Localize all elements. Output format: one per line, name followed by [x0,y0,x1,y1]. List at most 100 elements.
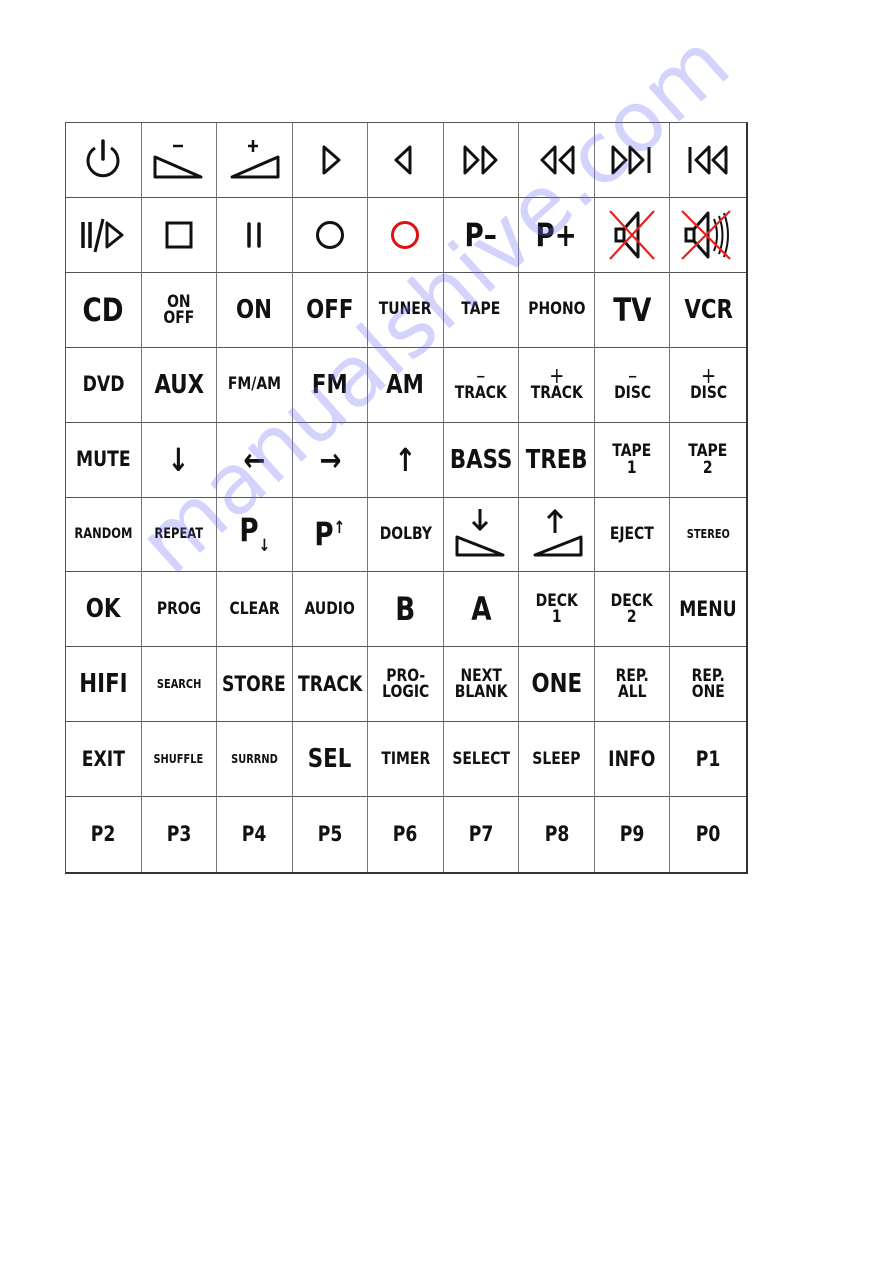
key-ok: OK [66,572,142,648]
key-dvd: DVD [66,347,142,423]
key-tape-2: TAPE 2 [670,423,746,498]
key-aux: AUX [141,347,218,423]
key-audio: AUDIO [292,572,369,648]
fast-forward-icon [459,143,503,177]
key-hifi: HIFI [66,647,142,723]
key-search: SEARCH [141,647,218,723]
key-p8: P8 [519,797,595,872]
key-repeat-all: REP. ALL [594,647,671,723]
key-sel: SEL [292,722,369,798]
key-surround: SURRND [217,722,293,798]
key-tape: TAPE [443,272,520,348]
key-stop [141,197,218,273]
key-volume-down [141,123,218,198]
key-play [292,123,369,198]
volume-down-icon [151,137,207,183]
key-treble: TREB [519,422,595,498]
key-one: ONE [519,647,595,723]
key-on-off: ON OFF [141,272,218,348]
key-tuner: TUNER [368,272,444,348]
key-track: TRACK [292,647,369,723]
key-p7: P7 [444,797,520,872]
key-p1: P1 [670,722,746,798]
arrow-down-icon: ↓ [167,440,190,479]
key-circle [292,197,369,273]
key-repeat: REPEAT [141,497,218,573]
mute-icon [606,207,658,263]
key-eject: EJECT [594,497,671,573]
key-a: A [443,572,520,648]
key-next-blank: NEXT BLANK [443,647,520,723]
key-skip-next [594,123,671,198]
key-exit: EXIT [66,722,142,798]
key-skip-previous [670,123,746,198]
record-icon [388,218,422,252]
key-arrow-left: ← [217,422,293,498]
skip-previous-icon [684,143,732,177]
key-rewind [519,123,595,198]
arrow-up-icon: ↑ [333,518,346,539]
key-p3: P3 [142,797,218,872]
key-clear: CLEAR [217,572,293,648]
key-level-up [519,497,595,573]
arrow-down-icon: ↓ [258,535,270,556]
key-program-up: P+ [519,197,595,273]
key-cd: CD [66,272,142,348]
key-fm: FM [292,347,369,423]
key-store: STORE [217,647,293,723]
key-phono: PHONO [519,272,595,348]
key-pro-logic: PRO- LOGIC [368,647,444,723]
key-b: B [368,572,444,648]
key-menu: MENU [670,572,746,648]
key-tv: TV [594,272,671,348]
arrow-left-icon: ← [243,440,266,479]
key-program-down: P– [443,197,520,273]
power-icon [81,138,125,182]
key-info: INFO [594,722,671,798]
key-random: RANDOM [66,497,142,573]
key-tape-1: TAPE 1 [594,422,671,498]
key-off: OFF [292,272,369,348]
volume-up-icon [226,137,282,183]
key-power [66,123,142,198]
key-volume-up [217,123,293,198]
arrow-up-icon: ↑ [394,440,417,479]
key-arrow-up: ↑ [368,422,444,498]
key-shuffle: SHUFFLE [141,722,218,798]
key-dolby: DOLBY [368,497,444,573]
key-track-down: – TRACK [443,347,520,423]
key-p9: P9 [595,797,671,872]
key-prog: PROG [141,572,218,648]
stop-icon [162,218,196,252]
key-pause [217,197,293,273]
key-deck-1: DECK 1 [519,572,595,648]
pause-icon [239,218,269,252]
key-level-down [443,497,520,573]
key-p2: P2 [66,797,142,872]
key-stereo: STEREO [670,498,746,573]
key-sleep: SLEEP [519,722,595,798]
level-down-icon [453,507,509,561]
key-reverse-play [368,123,444,198]
key-mute-sound [670,198,746,273]
key-p6: P6 [368,797,444,872]
key-symbol-grid: P– P+ CD ON OFF ON OFF TUNER TAPE PHONO T… [65,122,748,874]
key-arrow-down: ↓ [141,422,218,498]
key-deck-2: DECK 2 [594,572,671,648]
rewind-icon [535,143,579,177]
key-mute-text: MUTE [66,422,142,498]
play-icon [315,143,345,177]
key-bass: BASS [443,422,520,498]
key-select: SELECT [443,722,520,798]
pause-play-icon [78,215,128,255]
key-fast-forward [443,123,520,198]
key-disc-down: – DISC [594,347,671,423]
key-vcr: VCR [670,273,746,348]
key-track-up: + TRACK [519,347,595,423]
key-pause-play [66,197,142,273]
key-mute [594,197,671,273]
key-timer: TIMER [368,722,444,798]
key-am: AM [368,347,444,423]
skip-next-icon [608,143,656,177]
key-p-up: P↑ [292,497,369,573]
